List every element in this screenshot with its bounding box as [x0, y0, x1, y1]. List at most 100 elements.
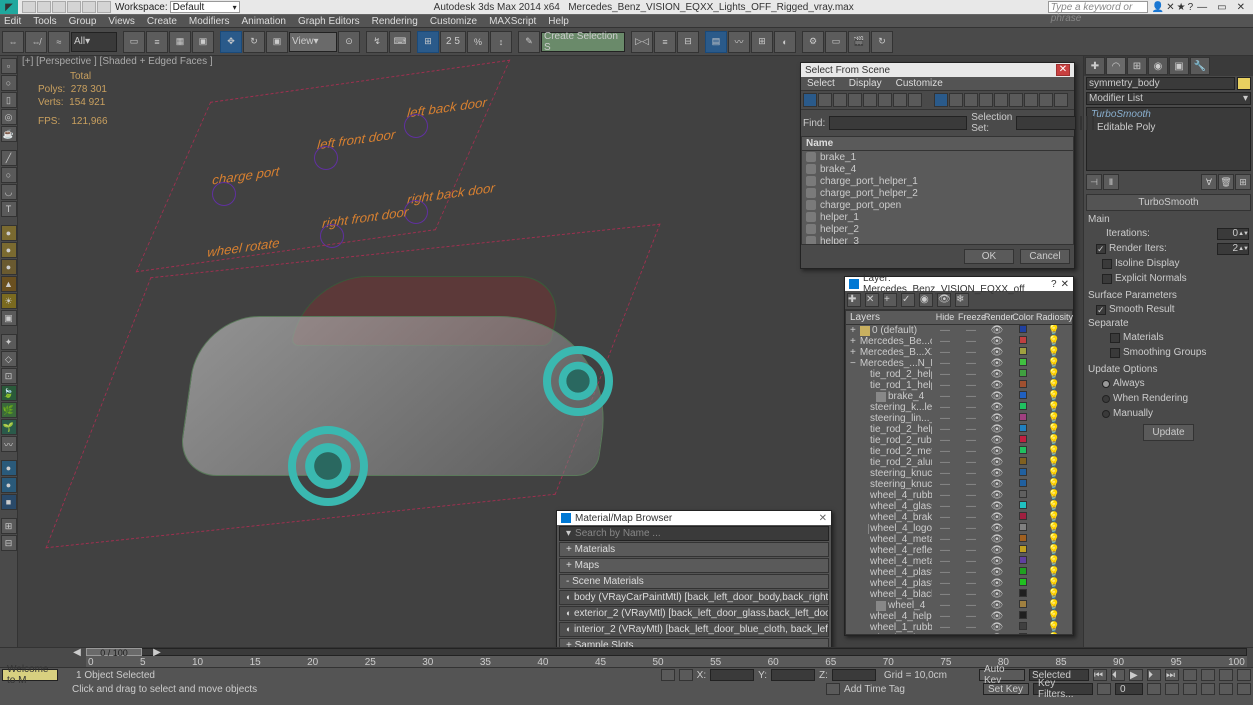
- layer-row[interactable]: tie_rod_2_helper——👁💡: [846, 369, 1072, 380]
- update-always-radio[interactable]: [1102, 380, 1110, 388]
- save-icon[interactable]: [52, 1, 66, 13]
- menu-views[interactable]: Views: [108, 16, 135, 27]
- layer-row[interactable]: −Mercedes_...N_EQX——👁💡: [846, 358, 1072, 369]
- lt-sys1-icon[interactable]: ●: [1, 460, 17, 476]
- tl-right-icon[interactable]: ▶: [150, 648, 164, 656]
- lt-light4-icon[interactable]: ▲: [1, 276, 17, 292]
- sfs-filter8-icon[interactable]: [908, 93, 922, 107]
- workspace-select[interactable]: Default: [170, 1, 240, 13]
- explicit-check[interactable]: [1102, 274, 1112, 284]
- layer-row[interactable]: wheel_4_plastic——👁💡: [846, 578, 1072, 589]
- scale-icon[interactable]: ▣: [266, 31, 288, 53]
- layer-del-icon[interactable]: ✕: [865, 293, 879, 307]
- layer-row[interactable]: wheel_1_rubber——👁💡: [846, 622, 1072, 633]
- lt-camera-icon[interactable]: ▣: [1, 310, 17, 326]
- sfs-menu-customize[interactable]: Customize: [896, 78, 943, 89]
- unlink-icon[interactable]: ⇎: [25, 31, 47, 53]
- lt-helper3-icon[interactable]: ⊡: [1, 368, 17, 384]
- nav-pan2-icon[interactable]: [1147, 683, 1161, 695]
- layer-close-icon[interactable]: ✕: [1061, 279, 1069, 290]
- sfs-opt4-icon[interactable]: [979, 93, 993, 107]
- layer-add-icon[interactable]: +: [883, 293, 897, 307]
- rotate-icon[interactable]: ↻: [243, 31, 265, 53]
- sfs-selset-input[interactable]: [1016, 116, 1076, 130]
- x-input[interactable]: [710, 669, 754, 681]
- nav-walk-icon[interactable]: [1219, 683, 1233, 695]
- modifier-list-select[interactable]: Modifier List▾: [1086, 92, 1251, 105]
- layer-row[interactable]: steering_knuckle——👁💡: [846, 468, 1072, 479]
- matbrowser-close-icon[interactable]: ✕: [819, 513, 827, 524]
- sfs-opt7-icon[interactable]: [1024, 93, 1038, 107]
- layer-row[interactable]: wheel_1_logo——👁💡: [846, 633, 1072, 635]
- lt-box-icon[interactable]: ▫: [1, 58, 17, 74]
- sfs-list[interactable]: brake_1brake_4charge_port_helper_1charge…: [801, 151, 1074, 245]
- lt-helper1-icon[interactable]: ✦: [1, 334, 17, 350]
- layer-row[interactable]: tie_rod_2_helper——👁💡: [846, 424, 1072, 435]
- lt-cyl-icon[interactable]: ▯: [1, 92, 17, 108]
- nav-max-icon[interactable]: [1237, 669, 1251, 681]
- edit-named-sel-icon[interactable]: ✎: [518, 31, 540, 53]
- signin-icon[interactable]: 👤: [1152, 2, 1164, 13]
- sfs-ok-button[interactable]: OK: [964, 249, 1014, 264]
- lock-icon[interactable]: [661, 669, 675, 681]
- angle-snap-icon[interactable]: 2 5: [440, 31, 466, 53]
- move-icon[interactable]: ✥: [220, 31, 242, 53]
- sfs-list-item[interactable]: charge_port_open: [802, 199, 1073, 211]
- spinner-snap-icon[interactable]: ↕: [490, 31, 512, 53]
- timeline-track[interactable]: [86, 648, 1247, 656]
- layer-row[interactable]: wheel_4_logo——👁💡: [846, 523, 1072, 534]
- sfs-filter4-icon[interactable]: [848, 93, 862, 107]
- sfs-list-item[interactable]: charge_port_helper_2: [802, 187, 1073, 199]
- sfs-filter7-icon[interactable]: [893, 93, 907, 107]
- redo-icon[interactable]: [82, 1, 96, 13]
- modify-tab-icon[interactable]: ◠: [1106, 57, 1126, 75]
- abs-rel-icon[interactable]: [679, 669, 693, 681]
- play-prev-icon[interactable]: ⏴: [1111, 669, 1125, 681]
- lt-misc2-icon[interactable]: ⊟: [1, 535, 17, 551]
- sfs-list-item[interactable]: charge_port_helper_1: [802, 175, 1073, 187]
- layer-row[interactable]: wheel_4_rubber——👁💡: [846, 490, 1072, 501]
- menu-tools[interactable]: Tools: [33, 16, 56, 27]
- lt-sys2-icon[interactable]: ●: [1, 477, 17, 493]
- render-iter-icon[interactable]: ↻: [871, 31, 893, 53]
- menu-modifiers[interactable]: Modifiers: [189, 16, 230, 27]
- create-tab-icon[interactable]: ✚: [1085, 57, 1105, 75]
- lt-teapot-icon[interactable]: ☕: [1, 126, 17, 142]
- sfs-opt9-icon[interactable]: [1054, 93, 1068, 107]
- selection-filter-select[interactable]: All ▾: [71, 32, 117, 52]
- layer-row[interactable]: tie_rod_1_helper——👁💡: [846, 380, 1072, 391]
- sfs-list-item[interactable]: helper_1: [802, 211, 1073, 223]
- tl-left-icon[interactable]: ◀: [70, 648, 84, 656]
- layer-row[interactable]: steering_k...le_2——👁💡: [846, 402, 1072, 413]
- sfs-list-item[interactable]: helper_2: [802, 223, 1073, 235]
- menu-create[interactable]: Create: [147, 16, 177, 27]
- viewport-label[interactable]: [+] [Perspective ] [Shaded + Edged Faces…: [22, 56, 213, 67]
- select-object-icon[interactable]: ▭: [123, 31, 145, 53]
- autokey-button[interactable]: Auto Key: [979, 669, 1025, 681]
- utilities-tab-icon[interactable]: 🔧: [1190, 57, 1210, 75]
- layer-freeze-icon[interactable]: ❄: [955, 293, 969, 307]
- matbrowser-scene-section[interactable]: - Scene Materials: [559, 574, 829, 589]
- layer-row[interactable]: wheel_4_metal_——👁💡: [846, 556, 1072, 567]
- lt-light1-icon[interactable]: ●: [1, 225, 17, 241]
- matbrowser-maps-section[interactable]: + Maps: [559, 558, 829, 573]
- lt-light2-icon[interactable]: ●: [1, 242, 17, 258]
- layer-hide-icon[interactable]: 👁: [937, 293, 951, 307]
- nav-zoom2-icon[interactable]: [1165, 683, 1179, 695]
- lt-helper7-icon[interactable]: 〰: [1, 436, 17, 452]
- help-search-input[interactable]: Type a keyword or phrase: [1048, 1, 1148, 13]
- layer-row[interactable]: +Mercedes_Be...conf——👁💡: [846, 336, 1072, 347]
- make-unique-icon[interactable]: ∀: [1201, 174, 1217, 190]
- layer-row[interactable]: wheel_4——👁💡: [846, 600, 1072, 611]
- sfs-filter2-icon[interactable]: [818, 93, 832, 107]
- keyfilters-button[interactable]: Key Filters...: [1033, 683, 1093, 695]
- maximize-button[interactable]: ▭: [1217, 2, 1226, 13]
- mirror-icon[interactable]: ▷◁: [631, 31, 653, 53]
- menu-help[interactable]: Help: [548, 16, 569, 27]
- display-tab-icon[interactable]: ▣: [1169, 57, 1189, 75]
- lt-helper5-icon[interactable]: 🌿: [1, 402, 17, 418]
- sfs-opt2-icon[interactable]: [949, 93, 963, 107]
- layer-row[interactable]: wheel_4_glass——👁💡: [846, 501, 1072, 512]
- snap-toggle-icon[interactable]: ⊞: [417, 31, 439, 53]
- bind-spacewarp-icon[interactable]: ≈: [48, 31, 70, 53]
